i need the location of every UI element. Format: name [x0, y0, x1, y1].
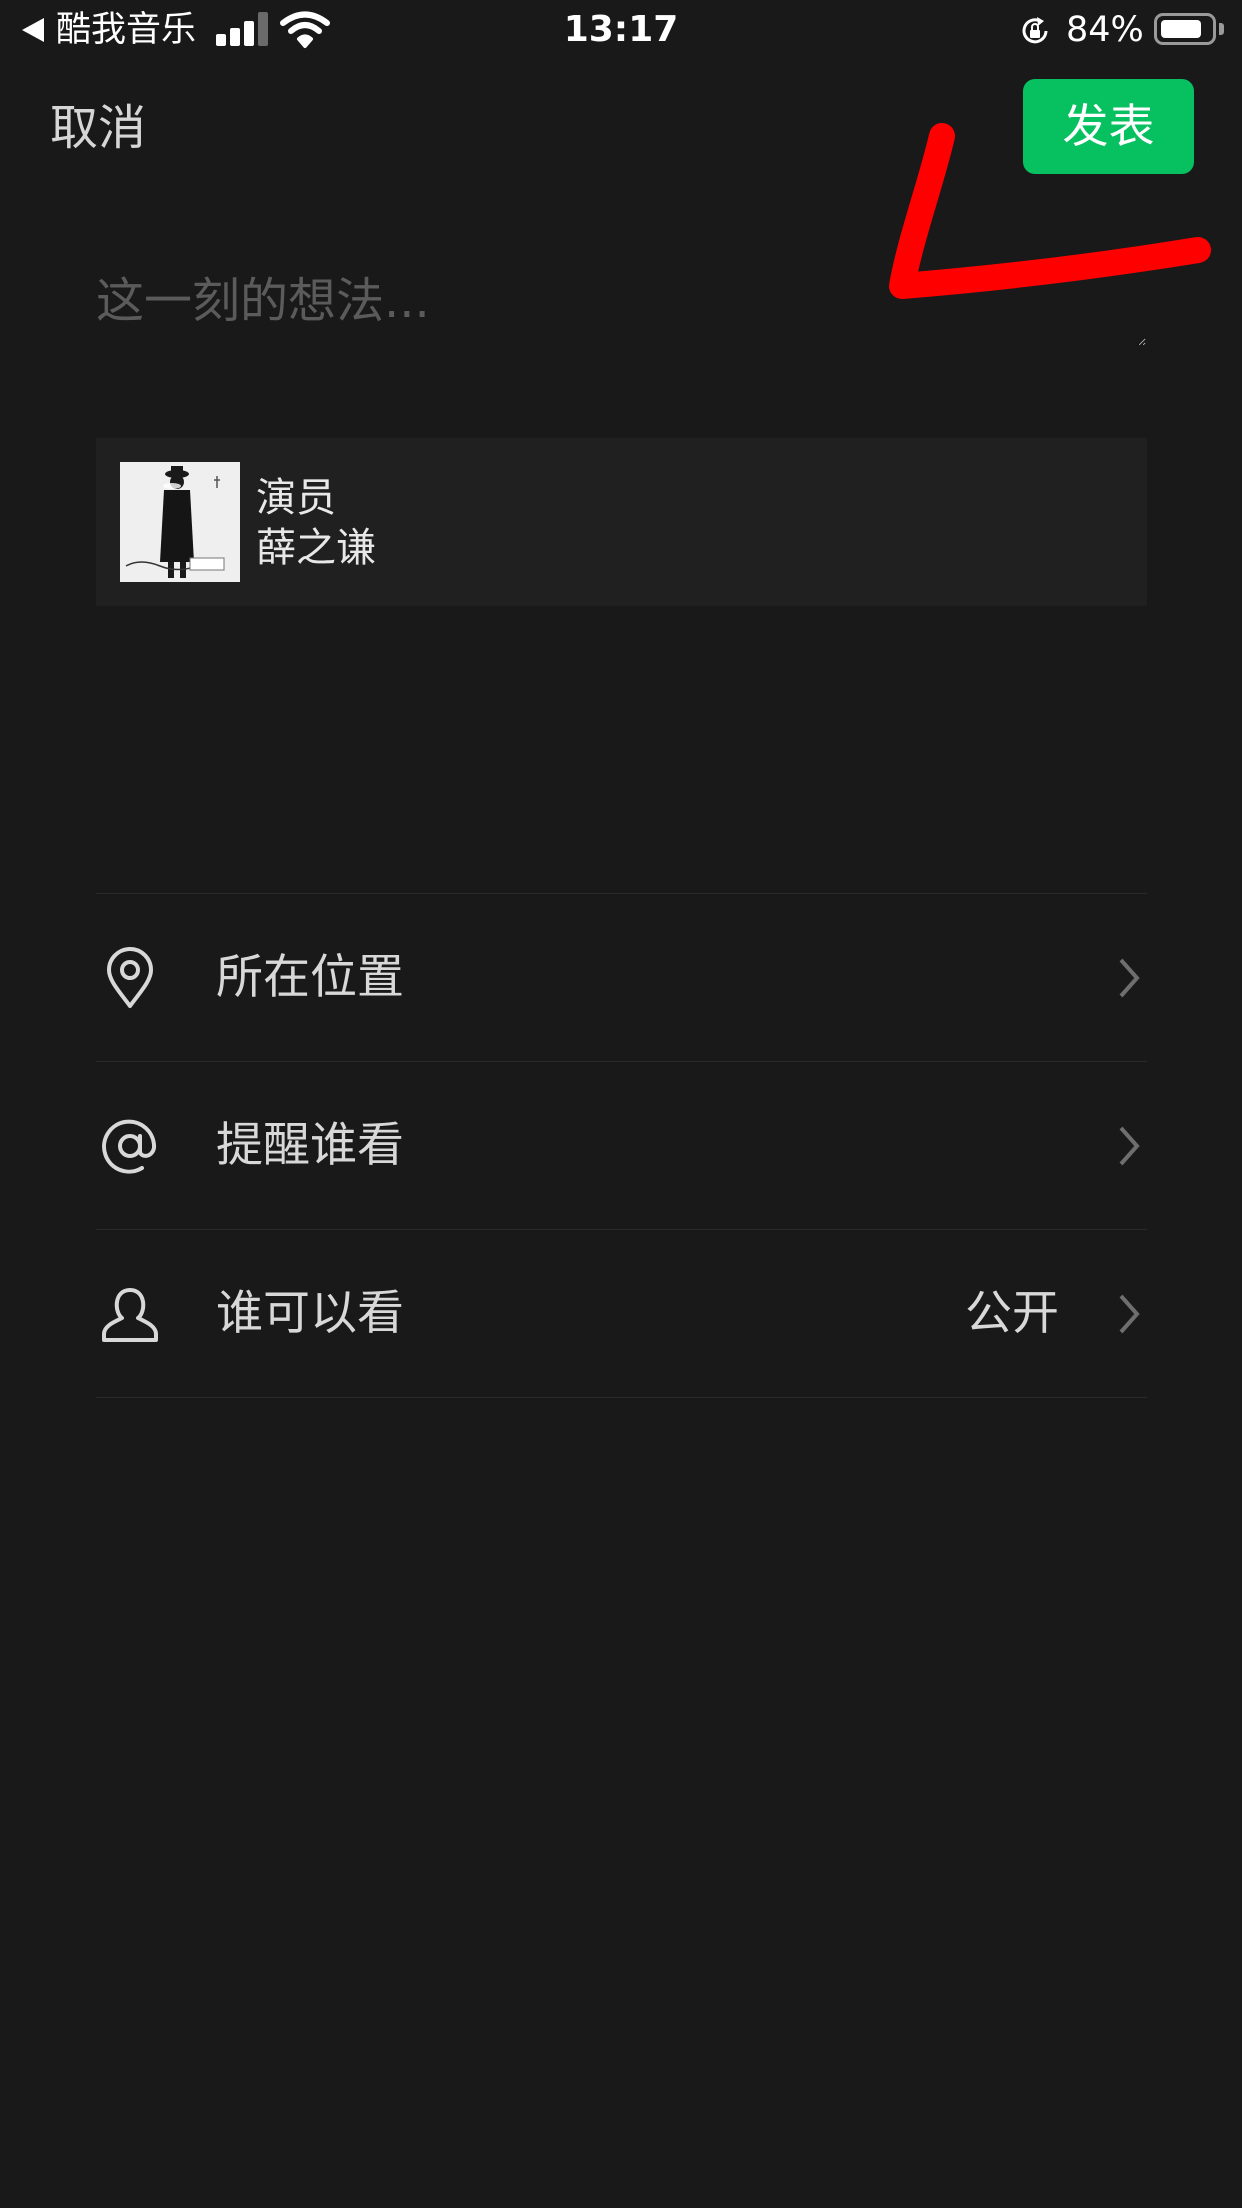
visibility-value: 公开	[965, 1285, 1059, 1341]
clock: 13:17	[563, 9, 679, 50]
battery-icon	[1154, 13, 1216, 45]
chevron-right-icon	[1119, 958, 1140, 997]
song-title: 演员	[256, 475, 336, 521]
battery-percent: 84%	[1066, 10, 1144, 50]
mention-label: 提醒谁看	[216, 1117, 404, 1173]
visibility-label: 谁可以看	[216, 1285, 404, 1341]
visibility-row[interactable]: 谁可以看 公开	[96, 1230, 1147, 1397]
mention-row[interactable]: 提醒谁看	[96, 1062, 1147, 1229]
location-pin-icon	[107, 946, 153, 1008]
song-artist: 薛之谦	[256, 525, 376, 571]
person-icon	[102, 1287, 158, 1342]
cancel-button[interactable]: 取消	[50, 96, 146, 160]
location-row[interactable]: 所在位置	[96, 894, 1147, 1061]
at-sign-icon	[102, 1119, 157, 1174]
publish-button[interactable]: 发表	[1023, 79, 1194, 174]
thought-input[interactable]	[96, 266, 1146, 346]
moments-compose-screen: 酷我音乐 13:17 84% 取消 发表 这一刻的想法... 演员 薛之谦 所在…	[0, 0, 1242, 2208]
chevron-right-icon	[1119, 1126, 1140, 1165]
battery-tip	[1219, 23, 1224, 35]
options-list: 所在位置 提醒谁看 谁可以看 公开	[96, 893, 1147, 1398]
album-cover-image	[120, 462, 240, 582]
battery-fill	[1161, 20, 1201, 38]
location-label: 所在位置	[216, 949, 404, 1005]
status-bar: 酷我音乐 13:17 84%	[0, 0, 1242, 62]
divider	[96, 1397, 1147, 1398]
shared-music-card[interactable]: 演员 薛之谦	[96, 438, 1147, 606]
chevron-right-icon	[1119, 1294, 1140, 1333]
rotation-lock-icon	[1022, 17, 1048, 44]
